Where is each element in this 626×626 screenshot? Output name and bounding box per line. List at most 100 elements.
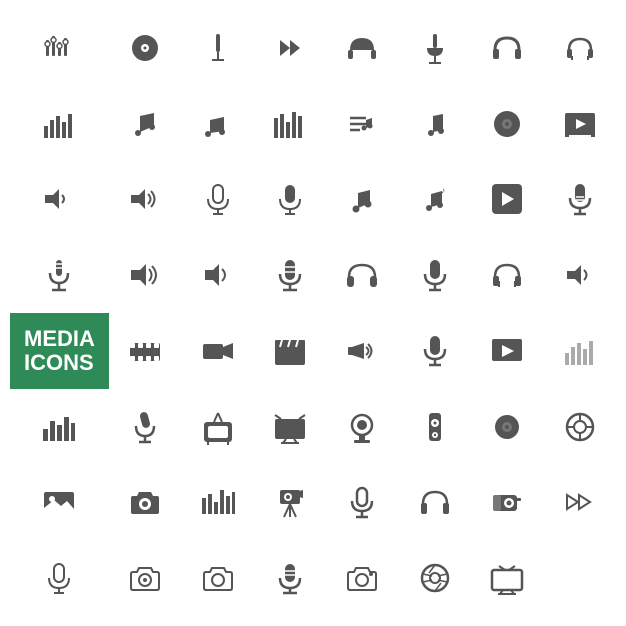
cell-r5c6 — [399, 313, 471, 389]
clapperboard-icon — [272, 333, 308, 369]
camera-shutter-icon — [562, 409, 598, 445]
headphones-icon — [344, 30, 380, 66]
headphones4-icon — [344, 257, 380, 293]
cell-r2c2 — [109, 86, 181, 162]
microphone-icon — [200, 30, 236, 66]
bar-chart-dark-icon — [41, 409, 77, 445]
cell-r6c2 — [10, 389, 109, 465]
tv-modern-icon — [272, 409, 308, 445]
fast-forward-icon — [272, 30, 308, 66]
camera-outline2-icon — [200, 560, 236, 596]
main-container: ♪ — [0, 0, 626, 626]
video-play2-icon — [489, 333, 525, 369]
cell-r3c6: ♪ — [399, 162, 471, 238]
cell-r4c1 — [10, 237, 109, 313]
ff-outline-icon — [562, 484, 598, 520]
music-note-small-icon: ♪ — [417, 181, 453, 217]
cell-r7c5 — [254, 465, 326, 541]
cell-r3c1 — [10, 162, 109, 238]
cell-r6c4 — [181, 389, 253, 465]
camera-outline3-icon — [344, 560, 380, 596]
single-note-icon — [417, 106, 453, 142]
music-note-icon — [127, 106, 163, 142]
media-icons-label: MEDIA ICONS — [10, 313, 109, 389]
cell-r1c3 — [181, 10, 253, 86]
cell-r7c3 — [109, 465, 181, 541]
headphones3-icon — [562, 30, 598, 66]
video-play-icon — [562, 106, 598, 142]
cell-r4c4 — [254, 237, 326, 313]
equalizer-icon — [41, 30, 77, 66]
cell-r8c3 — [109, 540, 181, 616]
bar-chart-light-icon — [562, 333, 598, 369]
cell-r2c4 — [254, 86, 326, 162]
cell-r1c4 — [254, 10, 326, 86]
cell-r5c4 — [254, 313, 326, 389]
cell-r3c2 — [109, 162, 181, 238]
cell-r2c7 — [471, 86, 543, 162]
video-camera-icon — [200, 333, 236, 369]
cell-r8c4 — [181, 540, 253, 616]
webcam-icon — [344, 409, 380, 445]
disc2-icon — [489, 409, 525, 445]
mic-dark-icon — [562, 181, 598, 217]
cell-r8c7 — [399, 540, 471, 616]
mic-outline-icon — [200, 181, 236, 217]
equalizer2-icon — [272, 106, 308, 142]
cell-r7c7 — [399, 465, 471, 541]
volume-low2-icon — [562, 257, 598, 293]
cell-r3c5 — [326, 162, 398, 238]
cell-r3c8 — [544, 162, 616, 238]
cell-r8c6 — [326, 540, 398, 616]
cell-r6c3 — [109, 389, 181, 465]
shutter-outline-icon — [417, 560, 453, 596]
cell-r3c7 — [471, 162, 543, 238]
headphones5-icon — [489, 257, 525, 293]
music-list-icon — [344, 106, 380, 142]
mic-filled-icon — [272, 181, 308, 217]
cell-r5c3 — [181, 313, 253, 389]
cell-r1c5 — [326, 10, 398, 86]
mic-stand2-icon — [41, 257, 77, 293]
icon-grid: ♪ — [10, 10, 616, 616]
music-notes-icon — [200, 106, 236, 142]
cell-r1c7 — [471, 10, 543, 86]
music-note2-icon — [344, 181, 380, 217]
tv-retro-icon — [200, 409, 236, 445]
cell-r4c2 — [109, 237, 181, 313]
cell-r4c7 — [471, 237, 543, 313]
film-strip-icon — [127, 333, 163, 369]
mic-outline2-icon — [344, 484, 380, 520]
bar-chart-icon — [41, 106, 77, 142]
cell-r7c6 — [326, 465, 398, 541]
cell-r6c7 — [399, 389, 471, 465]
cell-r1c6 — [399, 10, 471, 86]
cell-r8c1 — [544, 465, 616, 541]
cell-r8c2 — [10, 540, 109, 616]
label-line2: ICONS — [24, 351, 94, 375]
tripod-camera-icon — [272, 484, 308, 520]
volume-medium-icon — [200, 257, 236, 293]
headphones2-icon — [489, 30, 525, 66]
mic-stand-icon — [417, 30, 453, 66]
cell-r1c1 — [10, 10, 109, 86]
mic-outline3-icon — [41, 560, 77, 596]
cell-r2c1 — [10, 86, 109, 162]
cell-r5c2 — [109, 313, 181, 389]
cell-r7c2 — [10, 465, 109, 541]
mic-retro2-icon — [272, 560, 308, 596]
cell-r6c1 — [544, 313, 616, 389]
megaphone-icon — [344, 333, 380, 369]
tv-outline-icon — [489, 560, 525, 596]
cell-r6c6 — [326, 389, 398, 465]
volume-low-icon — [41, 181, 77, 217]
mic-angle-icon — [127, 409, 163, 445]
cell-r4c6 — [399, 237, 471, 313]
camera-icon — [127, 484, 163, 520]
cell-r6c8 — [471, 389, 543, 465]
volume-high-icon — [127, 181, 163, 217]
cell-r1c2 — [109, 10, 181, 86]
cell-r1c8 — [544, 10, 616, 86]
photo-icon — [41, 484, 77, 520]
cell-r4c3 — [181, 237, 253, 313]
